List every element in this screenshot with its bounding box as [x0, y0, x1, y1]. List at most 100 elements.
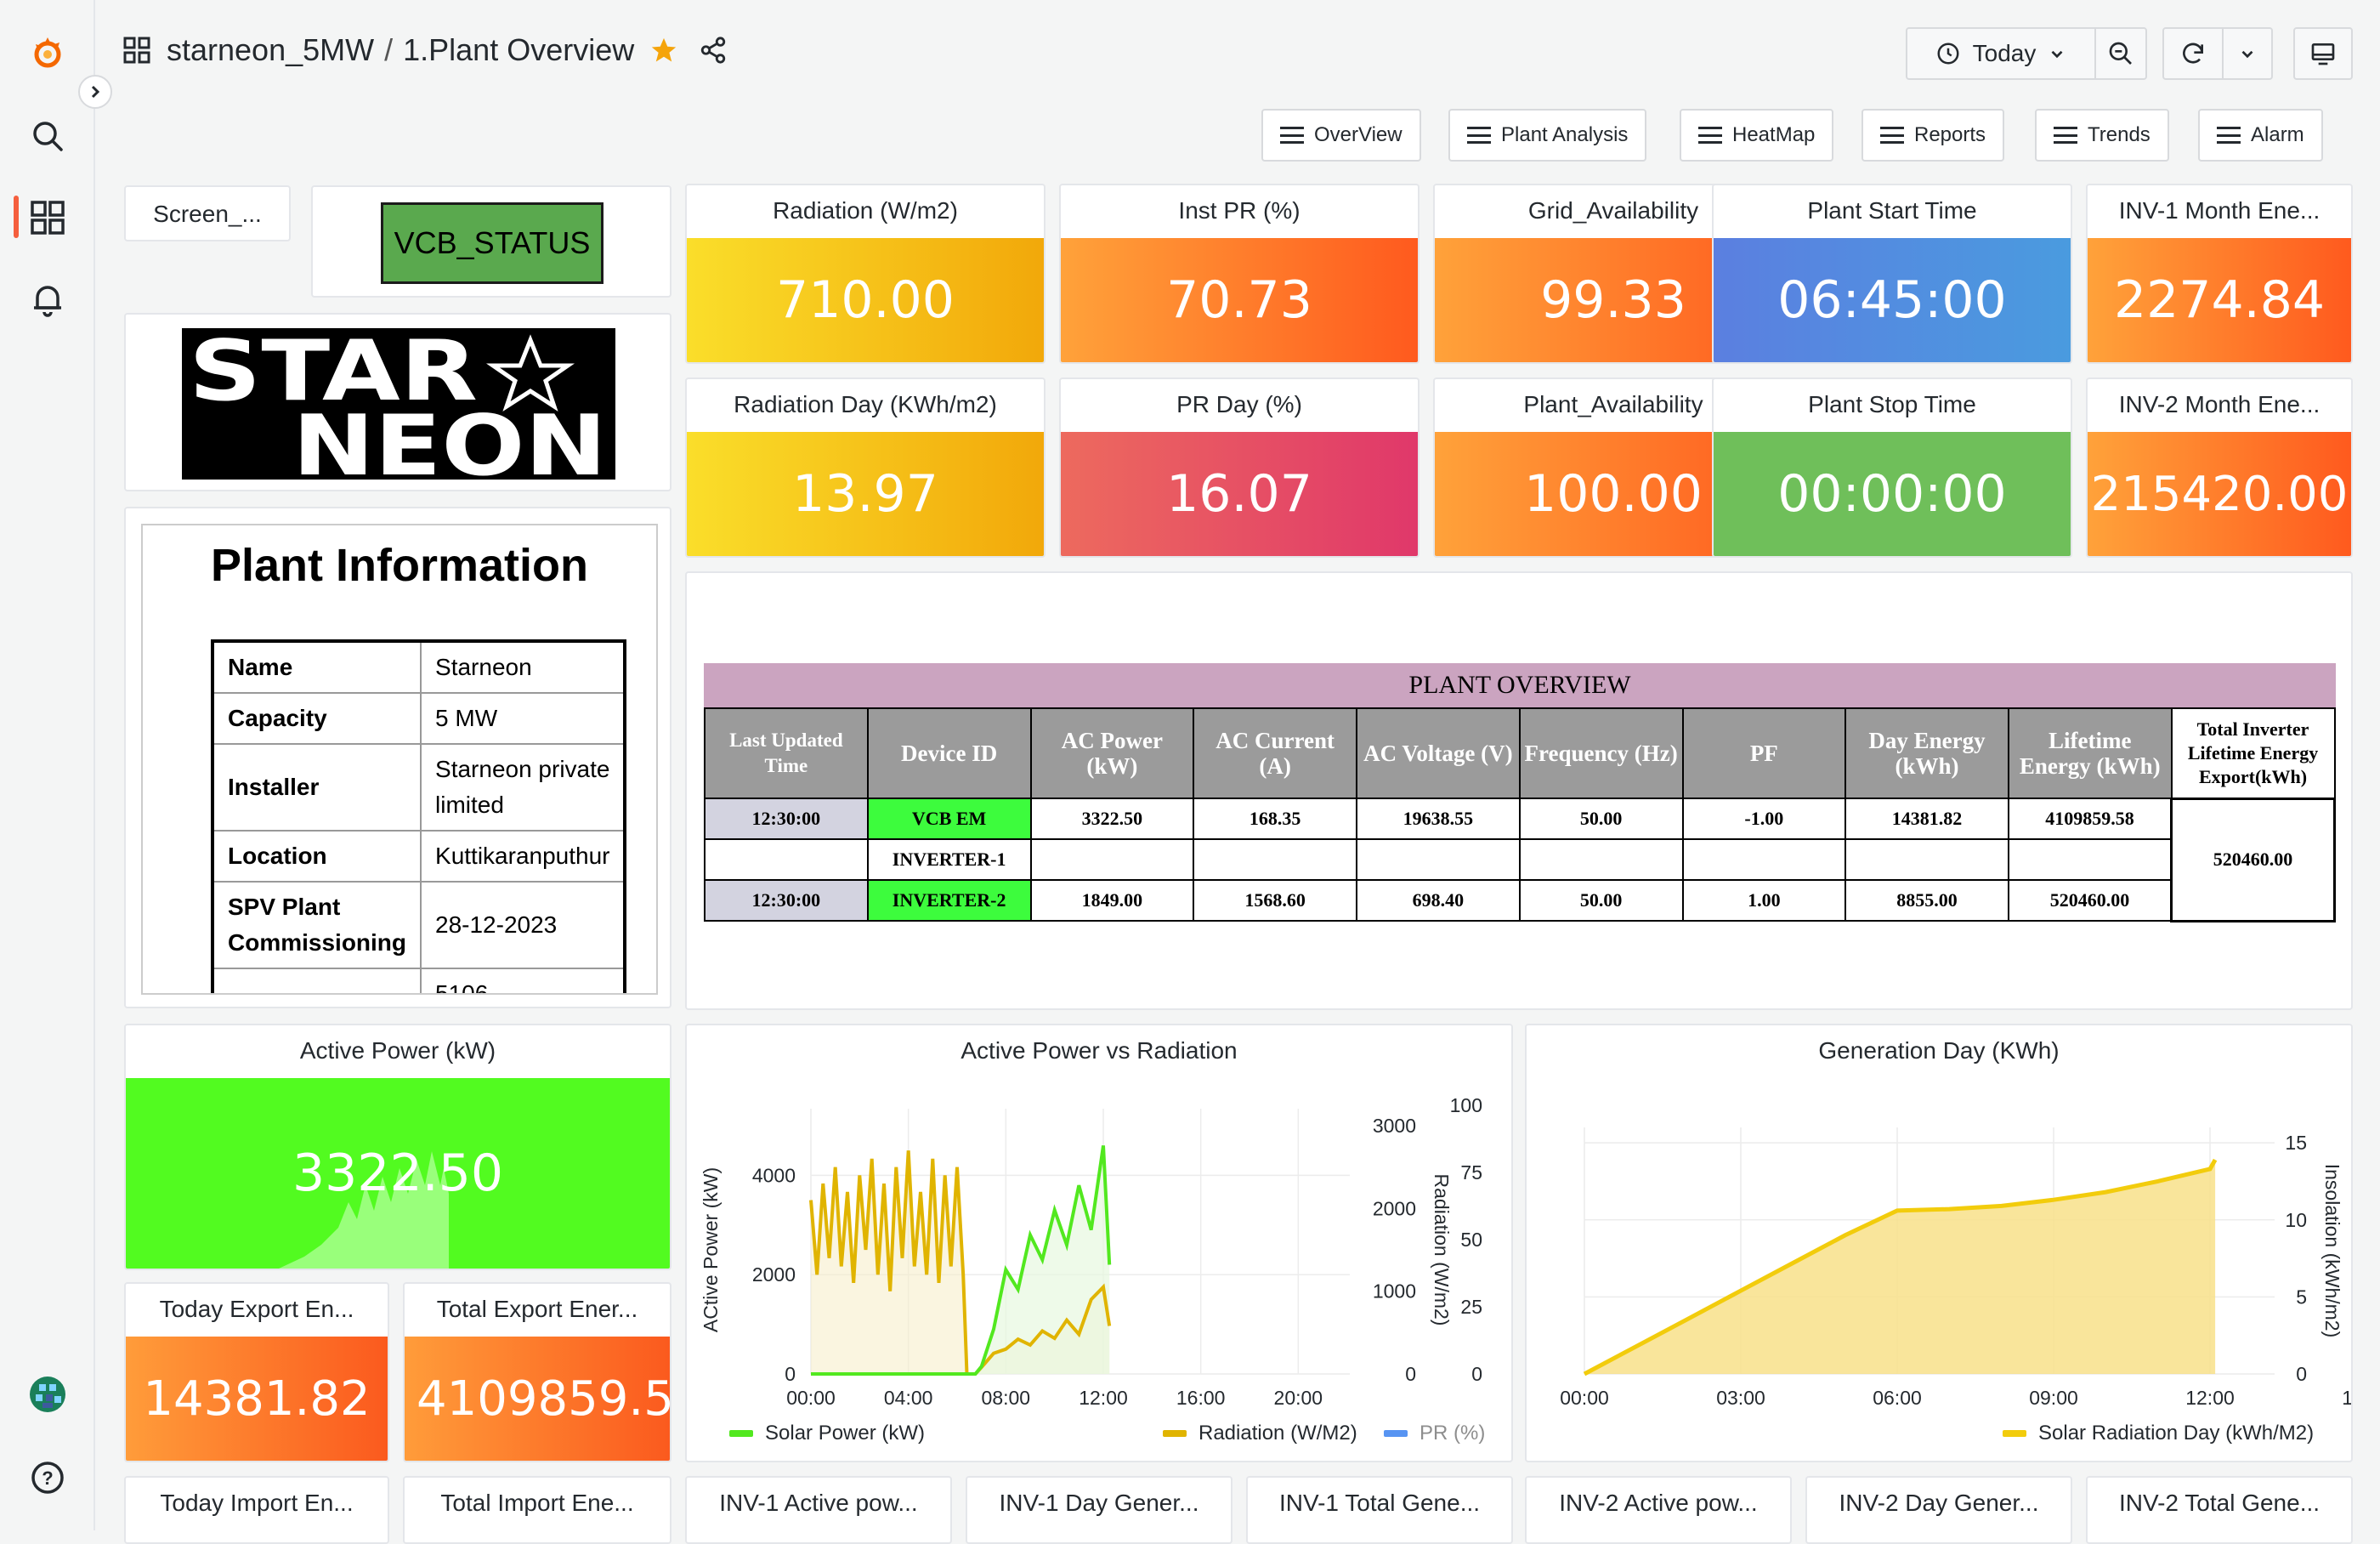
stat-inst-pr[interactable]: Inst PR (%) 70.73	[1059, 184, 1420, 364]
stat-pr-day[interactable]: PR Day (%) 16.07	[1059, 377, 1420, 558]
stat-inv2-day-generation[interactable]: INV-2 Day Gener...	[1805, 1476, 2072, 1544]
refresh-button[interactable]	[2162, 27, 2224, 80]
col-header: Lifetime Energy (kWh)	[2007, 707, 2173, 799]
legend-swatch	[1163, 1430, 1187, 1437]
y-axis-label: ACtive Power (kW)	[700, 1167, 722, 1332]
stat-inv2-total-generation[interactable]: INV-2 Total Gene...	[2086, 1476, 2353, 1544]
nav-link-alarm[interactable]: Alarm	[2198, 109, 2323, 162]
stat-inv1-active-power[interactable]: INV-1 Active pow...	[685, 1476, 952, 1544]
panel-title: INV-1 Total Gene...	[1278, 1490, 1481, 1516]
dashboard-title[interactable]: 1.Plant Overview	[403, 32, 634, 68]
panel-title: Radiation Day (KWh/m2)	[734, 391, 997, 417]
y2-tick-label: 2000	[1373, 1197, 1416, 1219]
chevron-down-icon	[2051, 50, 2063, 59]
y2-tick-label: 5	[2296, 1286, 2307, 1308]
stat-value: 4109859.5	[405, 1337, 670, 1461]
y2-tick-label: 0	[1405, 1363, 1416, 1385]
y-tick-label: 0	[785, 1363, 796, 1385]
stat-total-export[interactable]: Total Export Ener... 4109859.5	[403, 1282, 672, 1462]
legend-item-solar-radiation-day[interactable]: Solar Radiation Day (kWh/M2)	[2003, 1422, 2314, 1445]
stat-inv2-active-power[interactable]: INV-2 Active pow...	[1525, 1476, 1792, 1544]
legend-label: Solar Power (kW)	[765, 1422, 926, 1445]
breadcrumb-separator: /	[384, 32, 394, 67]
panel-title: PR Day (%)	[1176, 391, 1302, 417]
stat-today-export[interactable]: Today Export En... 14381.82	[124, 1282, 389, 1462]
stat-plant-start-time[interactable]: Plant Start Time 06:45:00	[1712, 184, 2072, 364]
cell: 50.00	[1518, 879, 1684, 922]
chart-active-power-vs-radiation[interactable]: Active Power vs Radiation 00:00 04:00 08:0…	[685, 1024, 1513, 1462]
y2-tick-label: 10	[2285, 1209, 2307, 1231]
cell	[1844, 838, 2009, 881]
stat-total-import[interactable]: Total Import Ene...	[403, 1476, 672, 1544]
stat-today-import[interactable]: Today Import En...	[124, 1476, 389, 1544]
stat-value: 710.00	[687, 238, 1044, 362]
legend-swatch	[729, 1430, 753, 1437]
legend-item-radiation[interactable]: Radiation (W/M2)	[1163, 1422, 1357, 1445]
alerting-bell-icon[interactable]	[26, 277, 70, 321]
legend-item-solar[interactable]: Solar Power (kW)	[729, 1422, 925, 1445]
chart-svg: 00:0003:0006:0009:0012:0015:0018:0021:00…	[1560, 1127, 2351, 1409]
tv-mode-button[interactable]	[2293, 27, 2353, 80]
vcb-status-panel: VCB_STATUS	[311, 185, 672, 298]
col-header: AC Current (A)	[1193, 707, 1357, 799]
nav-link-plant-analysis[interactable]: Plant Analysis	[1448, 109, 1647, 162]
legend-label: PR (%)	[1420, 1422, 1486, 1445]
stat-inv1-total-generation[interactable]: INV-1 Total Gene...	[1246, 1476, 1513, 1544]
share-icon[interactable]	[699, 36, 728, 65]
refresh-interval-dropdown[interactable]	[2222, 27, 2273, 80]
x-tick-label: 16:00	[1176, 1387, 1226, 1409]
nav-link-label: Trends	[2088, 123, 2150, 146]
cell: 12:30:00	[704, 879, 869, 922]
grafana-logo-icon[interactable]	[26, 31, 70, 75]
stat-plant-stop-time[interactable]: Plant Stop Time 00:00:00	[1712, 377, 2072, 558]
cell: 1849.00	[1029, 879, 1195, 922]
stat-inv1-day-generation[interactable]: INV-1 Day Gener...	[966, 1476, 1232, 1544]
search-icon[interactable]	[26, 114, 70, 158]
cell	[1029, 838, 1195, 881]
nav-link-trends[interactable]: Trends	[2035, 109, 2169, 162]
panel-title: Total Import Ene...	[440, 1490, 634, 1516]
nav-link-heatmap[interactable]: HeatMap	[1680, 109, 1834, 162]
stat-active-power[interactable]: Active Power (kW) 3322.50	[124, 1024, 672, 1270]
stat-inv1-month-energy[interactable]: INV-1 Month Ene... 2274.84	[2086, 184, 2353, 364]
refresh-icon	[2183, 43, 2203, 64]
stat-value: 13.97	[687, 432, 1044, 556]
chart-svg: 00:00 04:00 08:00 12:00 16:00 20:00 0 2000 4000 0…	[700, 1094, 1482, 1409]
chevron-down-icon	[2241, 50, 2253, 59]
zoom-out-button[interactable]	[2094, 27, 2147, 80]
nav-link-reports[interactable]: Reports	[1862, 109, 2005, 162]
legend-item-pr[interactable]: PR (%)	[1384, 1422, 1485, 1445]
cell: 4109859.58	[2007, 798, 2173, 840]
stat-radiation[interactable]: Radiation (W/m2) 710.00	[685, 184, 1046, 364]
menu-icon	[1280, 127, 1304, 144]
breadcrumb-folder[interactable]: starneon_5MW	[167, 32, 374, 68]
x-tick-label: 08:00	[982, 1387, 1031, 1409]
time-range-picker[interactable]: Today	[1906, 27, 2096, 80]
chart-generation-day[interactable]: Generation Day (KWh) 00:00 03:00 06:00 09:0…	[1525, 1024, 2353, 1462]
stat-value-box: 3322.50	[126, 1078, 670, 1269]
stat-radiation-day[interactable]: Radiation Day (KWh/m2) 13.97	[685, 377, 1046, 558]
user-avatar-icon[interactable]	[26, 1372, 70, 1416]
cell	[1518, 838, 1684, 881]
svg-text:NEON: NEON	[292, 398, 607, 480]
expand-sidebar-button[interactable]	[78, 75, 112, 109]
cell	[2007, 838, 2173, 881]
star-favorite-icon[interactable]	[649, 36, 678, 65]
y2-tick-label: 15	[2285, 1132, 2307, 1154]
dashboards-icon[interactable]	[26, 196, 70, 240]
x-tick-label: 03:00	[1716, 1387, 1765, 1409]
dashboard-grid-icon	[123, 37, 150, 64]
x-tick-label: 00:00	[1560, 1387, 1609, 1409]
nav-link-label: Plant Analysis	[1501, 123, 1629, 146]
stat-inv2-month-energy[interactable]: INV-2 Month Ene... 215420.00	[2086, 377, 2353, 558]
x-tick-label: 12:00	[2185, 1387, 2235, 1409]
y2-axis-label: Insolation (kWh/m2)	[2321, 1164, 2343, 1338]
help-icon[interactable]: ?	[26, 1456, 70, 1500]
col-header: Total Inverter Lifetime Energy Export(kW…	[2170, 707, 2336, 799]
plant-overview-panel: PLANT OVERVIEW Last Updated Time Device …	[685, 571, 2353, 1010]
screen-panel[interactable]: Screen_...	[124, 185, 291, 241]
nav-link-overview[interactable]: OverView	[1261, 109, 1421, 162]
y3-tick-label: 25	[1460, 1296, 1482, 1318]
menu-icon	[2054, 127, 2077, 144]
info-value: 28-12-2023	[420, 881, 626, 969]
